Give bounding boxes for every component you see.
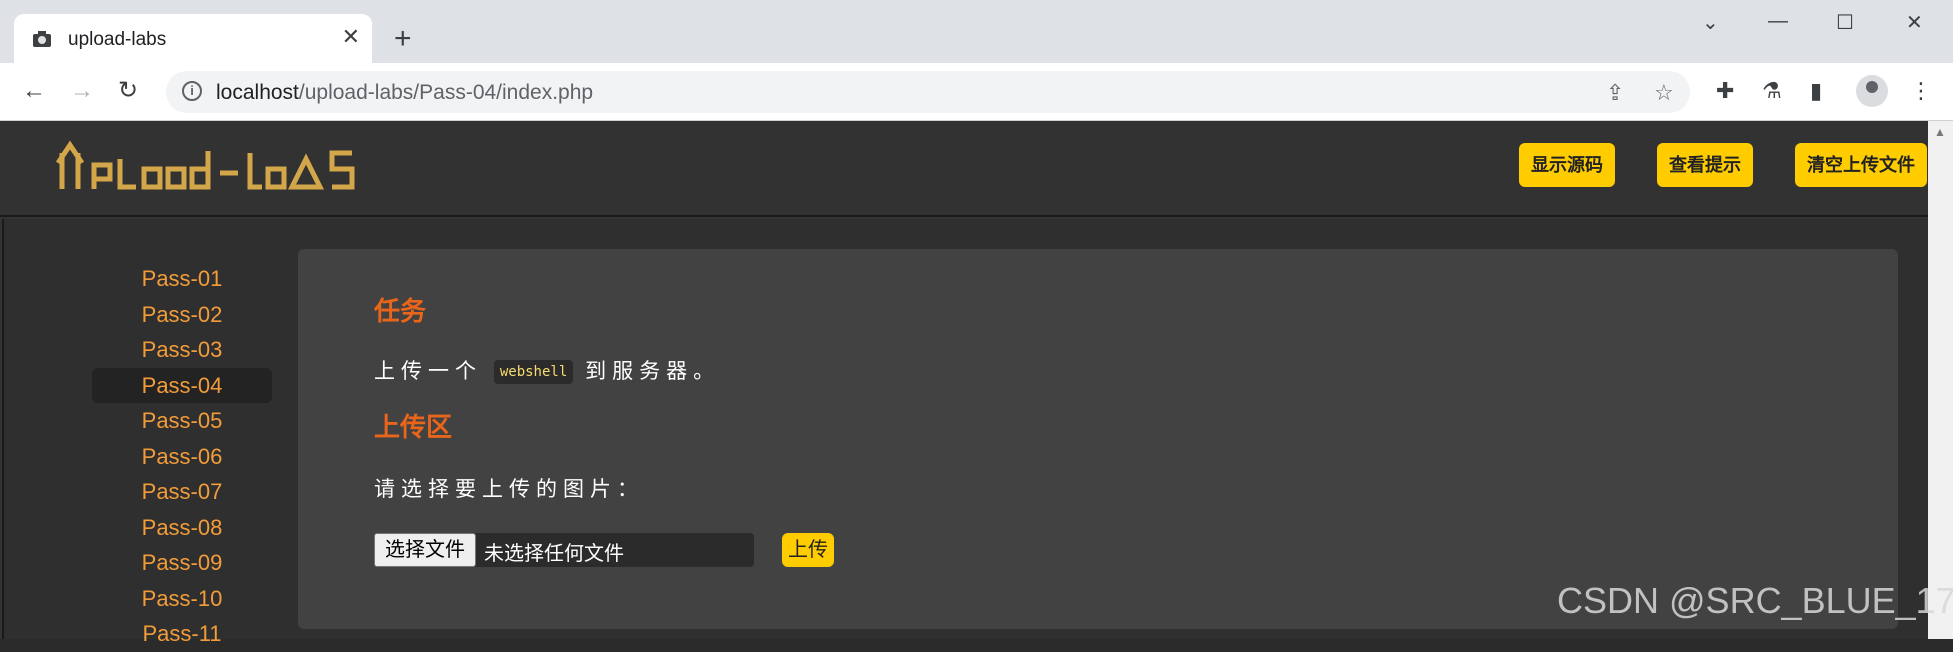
sidebar-item-pass-02[interactable]: Pass-02 bbox=[92, 297, 272, 333]
clear-uploads-button[interactable]: 清空上传文件 bbox=[1795, 143, 1927, 187]
pass-sidebar: Pass-01 Pass-02 Pass-03 Pass-04 Pass-05 … bbox=[92, 261, 272, 652]
side-panel-icon[interactable]: ▮ bbox=[1810, 78, 1822, 104]
show-source-button[interactable]: 显示源码 bbox=[1519, 143, 1615, 187]
tab-search-icon[interactable]: ⌄ bbox=[1702, 10, 1719, 35]
sidebar-item-pass-05[interactable]: Pass-05 bbox=[92, 403, 272, 439]
labs-flask-icon[interactable]: ⚗ bbox=[1762, 78, 1782, 104]
new-tab-button[interactable]: + bbox=[394, 24, 412, 54]
back-icon[interactable]: ← bbox=[22, 77, 46, 105]
webshell-code: webshell bbox=[493, 360, 574, 385]
extensions-icon[interactable]: ✚ bbox=[1716, 78, 1734, 104]
show-hint-button[interactable]: 查看提示 bbox=[1657, 143, 1753, 187]
maximize-icon[interactable]: ☐ bbox=[1836, 10, 1854, 35]
close-window-icon[interactable]: ✕ bbox=[1906, 10, 1923, 35]
upload-prompt: 请选择要上传的图片： bbox=[374, 478, 644, 501]
reload-icon[interactable]: ↻ bbox=[118, 77, 138, 105]
sidebar-item-pass-01[interactable]: Pass-01 bbox=[92, 261, 272, 297]
sidebar-item-pass-11[interactable]: Pass-11 bbox=[92, 616, 272, 652]
web-page: 显示源码 查看提示 清空上传文件 Pass-01 Pass-02 Pass-03… bbox=[0, 121, 1953, 646]
sidebar-item-pass-07[interactable]: Pass-07 bbox=[92, 474, 272, 510]
site-info-icon[interactable]: i bbox=[182, 81, 202, 101]
profile-avatar[interactable] bbox=[1856, 75, 1888, 107]
share-icon[interactable]: ⇪ bbox=[1606, 80, 1624, 106]
favicon-icon bbox=[33, 31, 51, 47]
site-header: 显示源码 查看提示 清空上传文件 bbox=[0, 121, 1953, 217]
sidebar-item-pass-10[interactable]: Pass-10 bbox=[92, 581, 272, 617]
url-text[interactable]: localhost/upload-labs/Pass-04/index.php bbox=[216, 81, 593, 105]
task-heading: 任务 bbox=[374, 296, 427, 326]
main-area: Pass-01 Pass-02 Pass-03 Pass-04 Pass-05 … bbox=[2, 219, 1928, 646]
task-text-after: 到服务器。 bbox=[585, 360, 721, 383]
browser-tab[interactable]: upload-labs ✕ bbox=[14, 14, 372, 64]
bookmark-star-icon[interactable]: ☆ bbox=[1654, 80, 1674, 106]
page-scrollbar[interactable]: ▲ bbox=[1928, 121, 1953, 639]
task-text-before: 上传一个 bbox=[374, 360, 482, 383]
sidebar-item-pass-06[interactable]: Pass-06 bbox=[92, 439, 272, 475]
file-status: 未选择任何文件 bbox=[484, 543, 624, 565]
choose-file-button[interactable]: 选择文件 bbox=[374, 533, 476, 567]
upload-labs-logo bbox=[56, 140, 355, 190]
menu-kebab-icon[interactable]: ⋮ bbox=[1910, 78, 1932, 104]
scroll-up-icon[interactable]: ▲ bbox=[1934, 125, 1946, 139]
upload-button[interactable]: 上传 bbox=[782, 533, 834, 567]
sidebar-item-pass-08[interactable]: Pass-08 bbox=[92, 510, 272, 546]
forward-icon[interactable]: → bbox=[70, 77, 94, 105]
sidebar-item-pass-04[interactable]: Pass-04 bbox=[92, 367, 272, 403]
content-panel: 任务 上传一个 webshell 到服务器。 上传区 请选择要上传的图片： 选择… bbox=[298, 249, 1898, 629]
task-description: 上传一个 webshell 到服务器。 bbox=[374, 355, 720, 385]
browser-toolbar: ← → ↻ i localhost/upload-labs/Pass-04/in… bbox=[0, 63, 1953, 121]
browser-tab-strip: upload-labs ✕ + ⌄ — ☐ ✕ bbox=[0, 0, 1953, 64]
tab-close-icon[interactable]: ✕ bbox=[342, 26, 360, 48]
csdn-watermark: CSDN @SRC_BLUE_17 bbox=[1557, 580, 1953, 621]
tab-title: upload-labs bbox=[68, 29, 167, 50]
file-input[interactable]: 选择文件 未选择任何文件 bbox=[374, 533, 754, 567]
minimize-icon[interactable]: — bbox=[1768, 10, 1788, 33]
address-bar[interactable]: i localhost/upload-labs/Pass-04/index.ph… bbox=[166, 71, 1690, 113]
sidebar-item-pass-03[interactable]: Pass-03 bbox=[92, 332, 272, 368]
upload-heading: 上传区 bbox=[374, 412, 453, 442]
sidebar-item-pass-09[interactable]: Pass-09 bbox=[92, 545, 272, 581]
